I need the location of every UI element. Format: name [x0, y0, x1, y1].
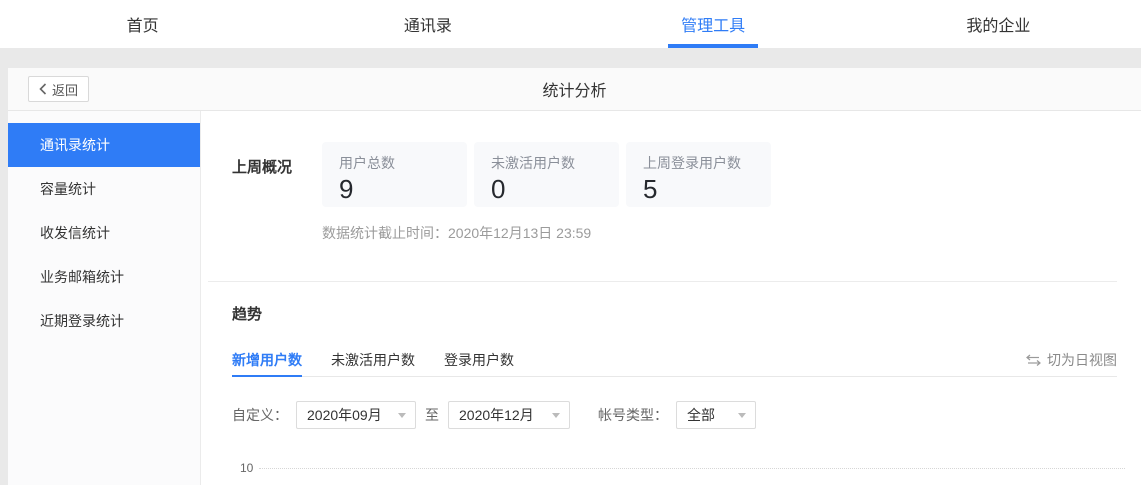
overview-section: 上周概况 用户总数 9 未激活用户数 0 上周登录用户数 5 — [232, 142, 1117, 207]
top-nav: 首页 通讯录 管理工具 我的企业 — [0, 0, 1141, 48]
custom-range-label: 自定义： — [232, 407, 288, 423]
end-month-select[interactable]: 2020年12月 — [448, 401, 570, 429]
trend-tabs-row: 新增用户数 未激活用户数 登录用户数 切为日视图 — [232, 344, 1117, 377]
sidebar-item-label: 收发信统计 — [40, 225, 110, 241]
stat-card-value: 5 — [643, 174, 658, 204]
y-axis-tick: 10 — [240, 461, 254, 475]
caret-down-icon — [738, 412, 746, 418]
stat-card-value: 0 — [491, 174, 506, 204]
tab-label: 未激活用户数 — [331, 352, 415, 368]
data-cutoff-note: 数据统计截止时间：2020年12月13日 23:59 — [322, 225, 592, 241]
sidebar-item-recent-login-stats[interactable]: 近期登录统计 — [8, 299, 200, 343]
sidebar-item-capacity-stats[interactable]: 容量统计 — [8, 167, 200, 211]
stat-card-label: 用户总数 — [339, 155, 395, 171]
stat-card-label: 未激活用户数 — [491, 155, 575, 171]
sidebar: 通讯录统计 容量统计 收发信统计 业务邮箱统计 近期登录统计 — [8, 111, 201, 485]
stat-card-inactive-users: 未激活用户数 0 — [474, 142, 619, 207]
trend-section-title: 趋势 — [232, 306, 263, 323]
sidebar-item-label: 容量统计 — [40, 181, 96, 197]
stat-card-value: 9 — [339, 174, 354, 204]
tab-login-users[interactable]: 登录用户数 — [444, 344, 514, 376]
start-month-select[interactable]: 2020年09月 — [296, 401, 416, 429]
panel-body: 通讯录统计 容量统计 收发信统计 业务邮箱统计 近期登录统计 上周概况 用户总数… — [8, 111, 1141, 485]
sidebar-item-label: 业务邮箱统计 — [40, 269, 124, 285]
switch-to-day-view-button[interactable]: 切为日视图 — [1026, 350, 1117, 370]
nav-tab-label: 首页 — [126, 18, 159, 35]
view-toggle-label: 切为日视图 — [1047, 352, 1117, 368]
sidebar-item-label: 近期登录统计 — [40, 313, 124, 329]
end-month-value: 2020年12月 — [459, 407, 534, 423]
start-month-value: 2020年09月 — [307, 407, 382, 423]
sidebar-item-contacts-stats[interactable]: 通讯录统计 — [8, 123, 200, 167]
stat-card-label: 上周登录用户数 — [643, 155, 741, 171]
nav-tab-label: 我的企业 — [966, 18, 1031, 35]
sidebar-item-label: 通讯录统计 — [40, 137, 110, 153]
nav-tab-my-company[interactable]: 我的企业 — [856, 0, 1141, 48]
account-type-value: 全部 — [687, 407, 715, 423]
nav-tab-label: 通讯录 — [403, 18, 452, 35]
stats-panel: 返回 统计分析 通讯录统计 容量统计 收发信统计 业务邮箱统计 近期登录统计 上… — [8, 68, 1141, 485]
swap-arrows-icon — [1026, 354, 1041, 366]
tab-label: 登录用户数 — [444, 352, 514, 368]
tab-inactive-users[interactable]: 未激活用户数 — [331, 344, 415, 376]
main-content: 上周概况 用户总数 9 未激活用户数 0 上周登录用户数 5 数据统计截止时间：… — [201, 111, 1141, 485]
active-tab-underline — [668, 44, 759, 48]
stat-cards: 用户总数 9 未激活用户数 0 上周登录用户数 5 — [322, 142, 771, 207]
tab-new-users[interactable]: 新增用户数 — [232, 344, 302, 377]
chart-gridline — [259, 467, 1125, 469]
trend-chart: 10 — [232, 461, 1125, 475]
section-divider — [208, 281, 1117, 282]
panel-header: 返回 统计分析 — [8, 68, 1141, 111]
caret-down-icon — [552, 412, 560, 418]
nav-tab-home[interactable]: 首页 — [0, 0, 285, 48]
page-title: 统计分析 — [542, 83, 607, 100]
stat-card-last-week-login-users: 上周登录用户数 5 — [626, 142, 771, 207]
back-button-label: 返回 — [52, 82, 79, 98]
sidebar-item-mail-send-receive-stats[interactable]: 收发信统计 — [8, 211, 200, 255]
chart-tick-row: 10 — [240, 461, 1125, 475]
sidebar-item-business-mailbox-stats[interactable]: 业务邮箱统计 — [8, 255, 200, 299]
back-button[interactable]: 返回 — [28, 76, 90, 102]
chevron-left-icon — [39, 83, 47, 95]
account-type-label: 帐号类型： — [598, 407, 668, 423]
caret-down-icon — [398, 412, 406, 418]
tab-label: 新增用户数 — [232, 352, 302, 368]
trend-filters: 自定义： 2020年09月 至 2020年12月 帐号类型： 全部 — [232, 401, 1117, 429]
account-type-select[interactable]: 全部 — [676, 401, 756, 429]
range-to-label: 至 — [425, 407, 439, 423]
overview-section-title: 上周概况 — [232, 159, 293, 176]
nav-tab-contacts[interactable]: 通讯录 — [285, 0, 570, 48]
stat-card-total-users: 用户总数 9 — [322, 142, 467, 207]
nav-tab-admin-tools[interactable]: 管理工具 — [571, 0, 856, 48]
nav-tab-label: 管理工具 — [681, 18, 746, 35]
